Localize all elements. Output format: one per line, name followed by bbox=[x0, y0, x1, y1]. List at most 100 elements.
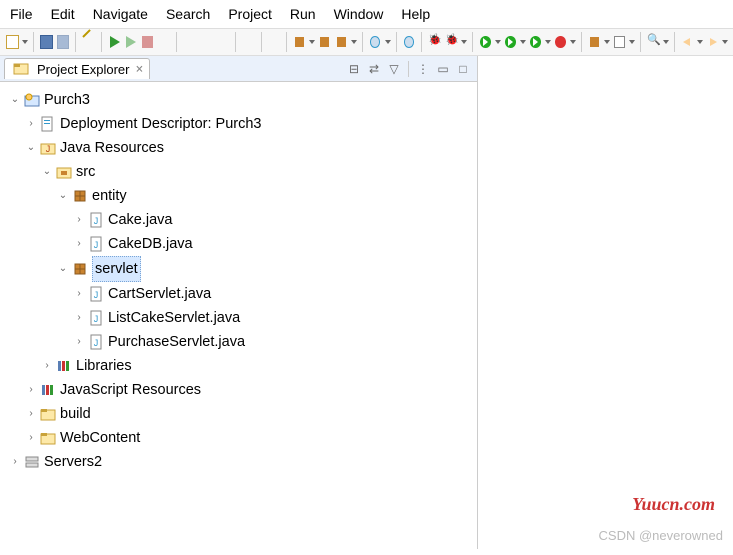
dropdown-icon[interactable] bbox=[520, 40, 526, 44]
expand-icon[interactable]: ⌄ bbox=[56, 257, 70, 281]
menu-window[interactable]: Window bbox=[334, 6, 384, 22]
tree-node-js-resources[interactable]: › JavaScript Resources bbox=[8, 378, 477, 402]
project-explorer-tab[interactable]: Project Explorer × bbox=[4, 58, 150, 79]
separator bbox=[674, 32, 675, 52]
java-file-icon: J bbox=[88, 286, 104, 302]
menu-help[interactable]: Help bbox=[401, 6, 430, 22]
dropdown-icon[interactable] bbox=[22, 40, 28, 44]
editor-area bbox=[478, 56, 733, 549]
expand-icon[interactable]: › bbox=[72, 306, 86, 330]
run-last-icon[interactable] bbox=[503, 34, 518, 50]
tree-node-libraries[interactable]: › Libraries bbox=[8, 354, 477, 378]
expand-icon[interactable]: › bbox=[72, 232, 86, 256]
step-filter-icon[interactable] bbox=[267, 34, 282, 50]
step-into-icon[interactable] bbox=[182, 34, 197, 50]
tree-node-package-servlet[interactable]: ⌄ servlet bbox=[8, 256, 477, 282]
debug-last-icon[interactable] bbox=[427, 34, 442, 50]
tree-node-java-resources[interactable]: ⌄ J Java Resources bbox=[8, 136, 477, 160]
expand-icon[interactable]: › bbox=[40, 354, 54, 378]
expand-icon[interactable]: › bbox=[24, 402, 38, 426]
suspend-icon[interactable] bbox=[123, 34, 138, 50]
external-tools-icon[interactable] bbox=[553, 34, 568, 50]
disconnect-icon[interactable] bbox=[157, 34, 172, 50]
tree-node-servers[interactable]: › Servers2 bbox=[8, 450, 477, 474]
tree-node-java-file[interactable]: › J CakeDB.java bbox=[8, 232, 477, 256]
step-return-icon[interactable] bbox=[216, 34, 231, 50]
wand-icon[interactable] bbox=[81, 34, 96, 50]
dropdown-icon[interactable] bbox=[545, 40, 551, 44]
debug-icon[interactable] bbox=[444, 34, 459, 50]
maximize-icon[interactable]: □ bbox=[455, 61, 471, 77]
server-profile-icon[interactable] bbox=[334, 34, 349, 50]
save-icon[interactable] bbox=[39, 34, 54, 50]
new-icon[interactable] bbox=[5, 34, 20, 50]
stop-icon[interactable] bbox=[140, 34, 155, 50]
expand-icon[interactable]: › bbox=[72, 282, 86, 306]
main-toolbar bbox=[0, 28, 733, 56]
dropdown-icon[interactable] bbox=[722, 40, 728, 44]
svg-text:J: J bbox=[46, 144, 51, 154]
minimize-icon[interactable]: ▭ bbox=[435, 61, 451, 77]
menu-file[interactable]: File bbox=[10, 6, 33, 22]
forward-icon[interactable] bbox=[705, 34, 720, 50]
publish-icon[interactable] bbox=[317, 34, 332, 50]
menu-navigate[interactable]: Navigate bbox=[93, 6, 148, 22]
collapse-all-icon[interactable]: ⊟ bbox=[346, 61, 362, 77]
expand-icon[interactable]: › bbox=[72, 330, 86, 354]
menu-edit[interactable]: Edit bbox=[51, 6, 75, 22]
view-menu-icon[interactable]: ⋮ bbox=[415, 61, 431, 77]
expand-icon[interactable]: › bbox=[72, 208, 86, 232]
dropdown-icon[interactable] bbox=[309, 40, 315, 44]
tree-label: Deployment Descriptor: Purch3 bbox=[60, 112, 261, 136]
dropdown-icon[interactable] bbox=[461, 40, 467, 44]
package-icon bbox=[72, 188, 88, 204]
menu-run[interactable]: Run bbox=[290, 6, 316, 22]
dropdown-icon[interactable] bbox=[663, 40, 669, 44]
dropdown-icon[interactable] bbox=[351, 40, 357, 44]
browser-icon[interactable] bbox=[368, 34, 383, 50]
tree-node-java-file[interactable]: › J PurchaseServlet.java bbox=[8, 330, 477, 354]
tree-node-java-file[interactable]: › J Cake.java bbox=[8, 208, 477, 232]
dropdown-icon[interactable] bbox=[384, 40, 390, 44]
expand-icon[interactable]: ⌄ bbox=[56, 184, 70, 208]
menu-project[interactable]: Project bbox=[228, 6, 272, 22]
tree-node-java-file[interactable]: › J CartServlet.java bbox=[8, 282, 477, 306]
tree-label: build bbox=[60, 402, 91, 426]
tree-node-dd[interactable]: › Deployment Descriptor: Purch3 bbox=[8, 112, 477, 136]
tree-node-project[interactable]: ⌄ Purch3 bbox=[8, 88, 477, 112]
run-icon[interactable] bbox=[478, 34, 493, 50]
resume-icon[interactable] bbox=[107, 34, 122, 50]
step-over-icon[interactable] bbox=[199, 34, 214, 50]
web-icon[interactable] bbox=[402, 34, 417, 50]
dropdown-icon[interactable] bbox=[629, 40, 635, 44]
tree-node-package-entity[interactable]: ⌄ entity bbox=[8, 184, 477, 208]
tree-node-java-file[interactable]: › J ListCakeServlet.java bbox=[8, 306, 477, 330]
menu-search[interactable]: Search bbox=[166, 6, 210, 22]
dropdown-icon[interactable] bbox=[604, 40, 610, 44]
new-package-icon[interactable] bbox=[587, 34, 602, 50]
link-editor-icon[interactable]: ⇄ bbox=[366, 61, 382, 77]
new-class-icon[interactable] bbox=[612, 34, 627, 50]
search-icon[interactable] bbox=[646, 34, 661, 50]
expand-icon[interactable]: › bbox=[24, 112, 38, 136]
back-icon[interactable] bbox=[680, 34, 695, 50]
tree-node-build[interactable]: › build bbox=[8, 402, 477, 426]
expand-icon[interactable]: › bbox=[24, 378, 38, 402]
server-icon[interactable] bbox=[292, 34, 307, 50]
drop-frame-icon[interactable] bbox=[241, 34, 256, 50]
expand-icon[interactable]: › bbox=[8, 450, 22, 474]
close-icon[interactable]: × bbox=[135, 62, 143, 77]
dropdown-icon[interactable] bbox=[697, 40, 703, 44]
dropdown-icon[interactable] bbox=[570, 40, 576, 44]
dropdown-icon[interactable] bbox=[495, 40, 501, 44]
expand-icon[interactable]: ⌄ bbox=[8, 88, 22, 112]
expand-icon[interactable]: › bbox=[24, 426, 38, 450]
filter-icon[interactable]: ▽ bbox=[386, 61, 402, 77]
expand-icon[interactable]: ⌄ bbox=[24, 136, 38, 160]
coverage-icon[interactable] bbox=[528, 34, 543, 50]
expand-icon[interactable]: ⌄ bbox=[40, 160, 54, 184]
save-all-icon[interactable] bbox=[56, 34, 71, 50]
tree-node-src[interactable]: ⌄ src bbox=[8, 160, 477, 184]
separator bbox=[581, 32, 582, 52]
tree-node-webcontent[interactable]: › WebContent bbox=[8, 426, 477, 450]
